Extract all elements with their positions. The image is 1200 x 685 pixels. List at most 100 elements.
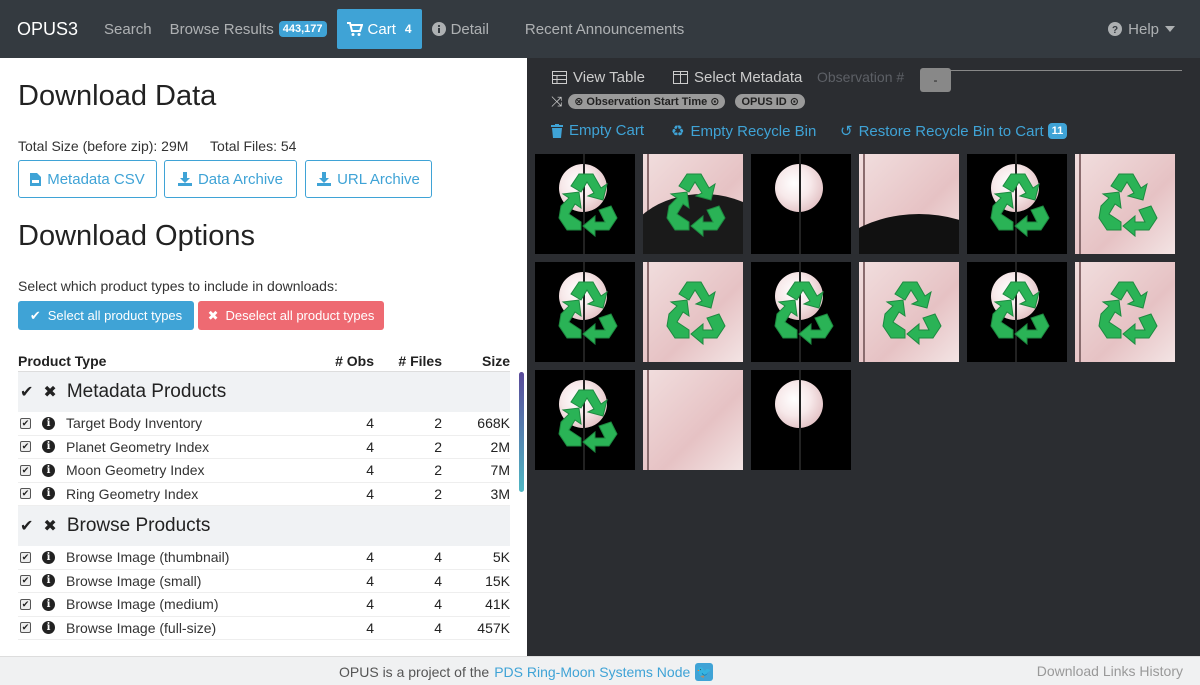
observation-thumbnail[interactable] [967, 262, 1067, 362]
observation-thumbnail[interactable] [751, 370, 851, 470]
empty-recycle-bin-button[interactable]: ♻ Empty Recycle Bin [671, 122, 817, 141]
sort-pill-opus-id[interactable]: OPUS ID ⊙ [735, 94, 805, 109]
recycle-icon[interactable] [983, 276, 1053, 346]
product-checkbox[interactable]: ✔ [20, 441, 31, 453]
observation-thumbnail[interactable] [643, 370, 743, 470]
select-all-button[interactable]: ✔ Select all product types [18, 301, 194, 330]
info-icon[interactable]: i [42, 574, 55, 588]
observation-thumbnail[interactable] [535, 262, 635, 362]
nav-search[interactable]: Search [104, 0, 152, 58]
nav-cart[interactable]: Cart 4 [336, 9, 422, 49]
url-archive-button[interactable]: URL Archive [305, 160, 432, 198]
recycle-icon[interactable] [1091, 168, 1161, 238]
recycle-icon[interactable] [1091, 276, 1161, 346]
product-files: 2 [434, 415, 442, 432]
metadata-csv-button[interactable]: Metadata CSV [18, 160, 157, 198]
observation-thumbnail[interactable] [535, 154, 635, 254]
col-files: # Files [398, 352, 442, 369]
product-row: ✔ i Ring Geometry Index 4 2 3M [18, 483, 510, 506]
info-icon[interactable]: i [42, 550, 55, 564]
empty-cart-button[interactable]: Empty Cart [551, 122, 644, 139]
help-menu[interactable]: ? Help [1108, 0, 1175, 58]
product-row: ✔ i Moon Geometry Index 4 2 7M [18, 459, 510, 483]
info-icon[interactable]: i [42, 621, 55, 635]
observation-thumbnail[interactable] [859, 154, 959, 254]
download-links-history[interactable]: Download Links History [1037, 663, 1183, 679]
recycle-icon[interactable] [875, 276, 945, 346]
brand-logo[interactable]: OPUS3 [17, 19, 78, 40]
recycle-icon[interactable] [551, 276, 621, 346]
recycle-icon[interactable] [983, 168, 1053, 238]
select-metadata-button[interactable]: Select Metadata [673, 69, 802, 86]
observation-thumbnail[interactable] [859, 262, 959, 362]
deselect-all-button[interactable]: ✖ Deselect all product types [198, 301, 384, 330]
limb-edge [863, 262, 865, 362]
product-group-name: Browse Products [66, 515, 211, 536]
product-checkbox[interactable]: ✔ [20, 598, 31, 610]
observation-thumbnail[interactable] [751, 154, 851, 254]
product-obs: 4 [366, 485, 374, 502]
data-archive-button[interactable]: Data Archive [164, 160, 297, 198]
product-files: 4 [434, 549, 442, 566]
download-icon [317, 172, 332, 186]
sort-pill-start-time-label: Observation Start Time [586, 95, 708, 108]
product-checkbox[interactable]: ✔ [20, 488, 31, 500]
recycle-icon[interactable] [551, 168, 621, 238]
nav-announcements[interactable]: Recent Announcements [525, 0, 684, 58]
deselect-group-x-icon[interactable]: ✖ [43, 516, 56, 536]
product-files: 4 [434, 572, 442, 589]
footer-pds-link[interactable]: PDS Ring-Moon Systems Node [494, 664, 690, 680]
recycle-icon[interactable] [659, 276, 729, 346]
thumbnail-grid [535, 154, 1175, 470]
recycle-icon[interactable] [767, 276, 837, 346]
info-icon[interactable]: i [42, 440, 55, 454]
product-checkbox[interactable]: ✔ [20, 551, 31, 563]
observation-thumbnail[interactable] [1075, 262, 1175, 362]
sort-pill-start-time[interactable]: ⊗ Observation Start Time ⊙ [568, 94, 726, 109]
observation-thumbnail[interactable] [751, 262, 851, 362]
info-icon[interactable]: i [42, 463, 55, 477]
observation-thumbnail[interactable] [967, 154, 1067, 254]
columns-icon [673, 71, 688, 84]
total-files: Total Files: 54 [210, 138, 297, 154]
observation-slider-handle[interactable]: - [920, 68, 951, 92]
info-icon[interactable]: i [42, 597, 55, 611]
product-size: 457K [477, 619, 510, 636]
shuffle-icon[interactable]: ⤨ [551, 93, 562, 110]
recycle-icon[interactable] [659, 168, 729, 238]
recycle-icon[interactable] [551, 384, 621, 454]
empty-recycle-label: Empty Recycle Bin [690, 122, 817, 140]
twitter-icon[interactable]: 🐦 [695, 663, 714, 681]
restore-count-badge: 11 [1047, 123, 1068, 139]
product-size: 5K [492, 549, 510, 566]
metadata-csv-label: Metadata CSV [47, 170, 145, 188]
file-csv-icon [30, 172, 42, 186]
observation-slider-track[interactable] [922, 70, 1182, 71]
recycle-icon: ♻ [671, 123, 685, 140]
deselect-group-x-icon[interactable]: ✖ [43, 382, 56, 402]
observation-thumbnail[interactable] [1075, 154, 1175, 254]
info-icon[interactable]: i [42, 487, 55, 501]
product-type-table: Product Type # Obs # Files Size ✔ ✖ Metada… [18, 350, 510, 640]
observation-thumbnail[interactable] [643, 262, 743, 362]
view-table-toggle[interactable]: View Table [552, 69, 645, 86]
product-checkbox[interactable]: ✔ [20, 575, 31, 587]
remove-icon: ⊗ [574, 96, 584, 108]
observation-thumbnail[interactable] [535, 370, 635, 470]
info-icon[interactable]: i [42, 416, 55, 430]
product-checkbox[interactable]: ✔ [20, 417, 31, 429]
select-group-check-icon[interactable]: ✔ [20, 516, 33, 536]
restore-recycle-bin-button[interactable]: ↺ Restore Recycle Bin to Cart 11 [840, 122, 1068, 140]
table-header: Product Type # Obs # Files Size [18, 350, 510, 372]
product-checkbox[interactable]: ✔ [20, 464, 31, 476]
nav-browse-results[interactable]: Browse Results 443,177 [170, 0, 327, 58]
select-group-check-icon[interactable]: ✔ [20, 382, 33, 402]
product-obs: 4 [366, 438, 374, 455]
observation-label: Observation # [817, 69, 905, 85]
nav-detail[interactable]: Detail [431, 0, 489, 58]
product-name: Browse Image (thumbnail) [66, 549, 230, 566]
product-checkbox[interactable]: ✔ [20, 622, 31, 634]
product-name: Browse Image (medium) [66, 596, 219, 613]
observation-thumbnail[interactable] [643, 154, 743, 254]
scrollbar[interactable] [519, 372, 524, 492]
